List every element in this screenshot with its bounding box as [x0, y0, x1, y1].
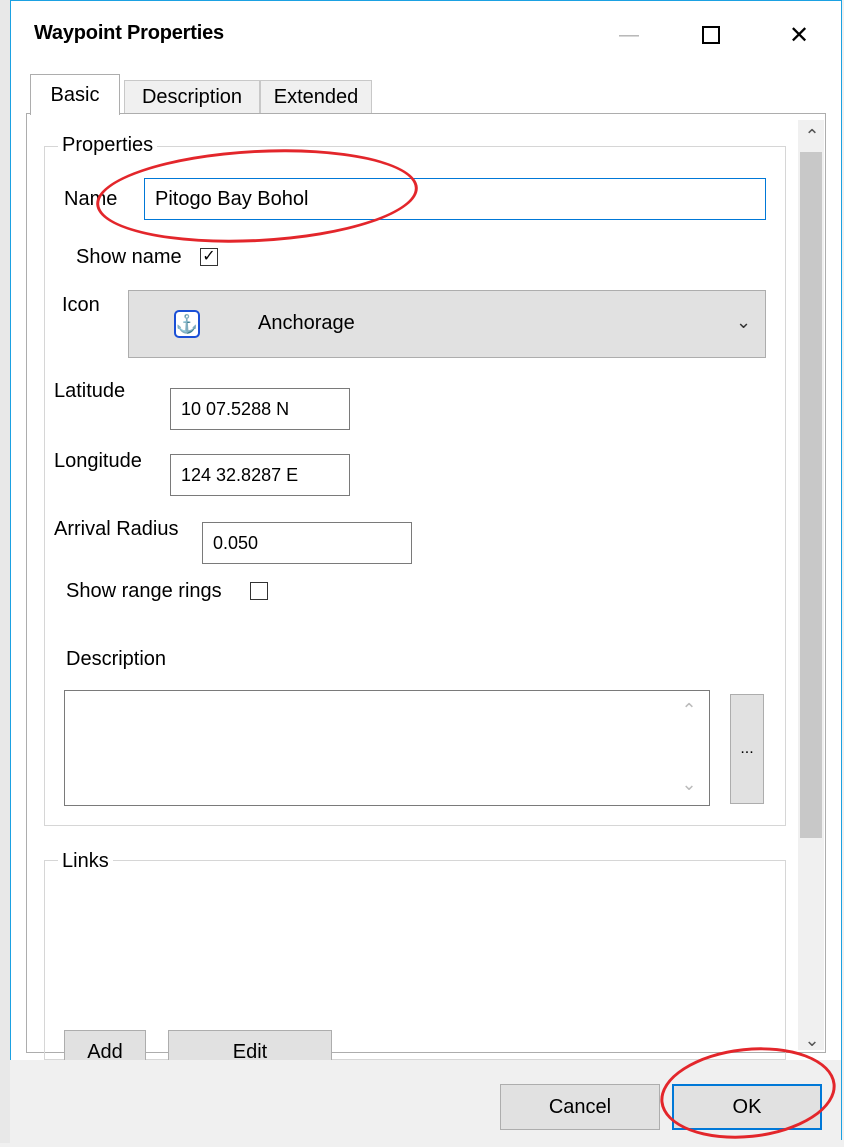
description-scroll-up-icon[interactable]: ⌃ — [678, 700, 700, 721]
description-edit-button[interactable]: ... — [730, 694, 764, 804]
icon-dropdown[interactable] — [128, 290, 766, 358]
icon-selected-value: Anchorage — [258, 312, 355, 334]
show-name-label: Show name — [76, 246, 182, 268]
arrival-radius-label: Arrival Radius — [54, 518, 179, 540]
scroll-up-icon[interactable]: ⌃ — [801, 126, 823, 147]
description-label: Description — [66, 648, 167, 670]
longitude-input[interactable]: 124 32.8287 E — [170, 454, 350, 496]
latitude-input[interactable]: 10 07.5288 N — [170, 388, 350, 430]
name-label: Name — [64, 188, 118, 210]
longitude-label: Longitude — [54, 450, 142, 472]
close-button[interactable]: ✕ — [768, 0, 830, 70]
maximize-button[interactable] — [680, 0, 742, 70]
show-range-rings-checkbox[interactable] — [250, 582, 268, 600]
close-icon: ✕ — [788, 21, 810, 49]
minimize-icon: — — [619, 23, 639, 46]
cancel-button[interactable]: Cancel — [500, 1084, 660, 1130]
scroll-down-icon[interactable]: ⌄ — [801, 1030, 823, 1051]
tab-extended[interactable]: Extended — [260, 80, 372, 114]
description-scroll-down-icon[interactable]: ⌄ — [678, 774, 700, 795]
anchor-icon: ⚓ — [174, 310, 200, 338]
properties-group-label: Properties — [58, 134, 158, 157]
description-textarea[interactable] — [64, 690, 710, 806]
icon-label: Icon — [62, 294, 100, 316]
chevron-down-icon: ⌄ — [736, 312, 752, 332]
maximize-icon — [702, 26, 720, 44]
minimize-button[interactable]: — — [598, 0, 660, 70]
show-range-rings-label: Show range rings — [66, 580, 222, 602]
tab-description[interactable]: Description — [124, 80, 260, 114]
links-group — [44, 860, 786, 1060]
background-window-edge — [0, 0, 10, 1143]
checkmark-icon: ✓ — [202, 248, 216, 265]
window-title: Waypoint Properties — [34, 22, 224, 44]
links-group-label: Links — [58, 850, 113, 873]
scrollbar-thumb[interactable] — [800, 152, 822, 838]
arrival-radius-input[interactable]: 0.050 — [202, 522, 412, 564]
show-name-checkbox[interactable]: ✓ — [200, 248, 218, 266]
latitude-label: Latitude — [54, 380, 126, 402]
tab-basic[interactable]: Basic — [30, 74, 120, 115]
ok-button[interactable]: OK — [672, 1084, 822, 1130]
name-input[interactable]: Pitogo Bay Bohol — [144, 178, 766, 220]
